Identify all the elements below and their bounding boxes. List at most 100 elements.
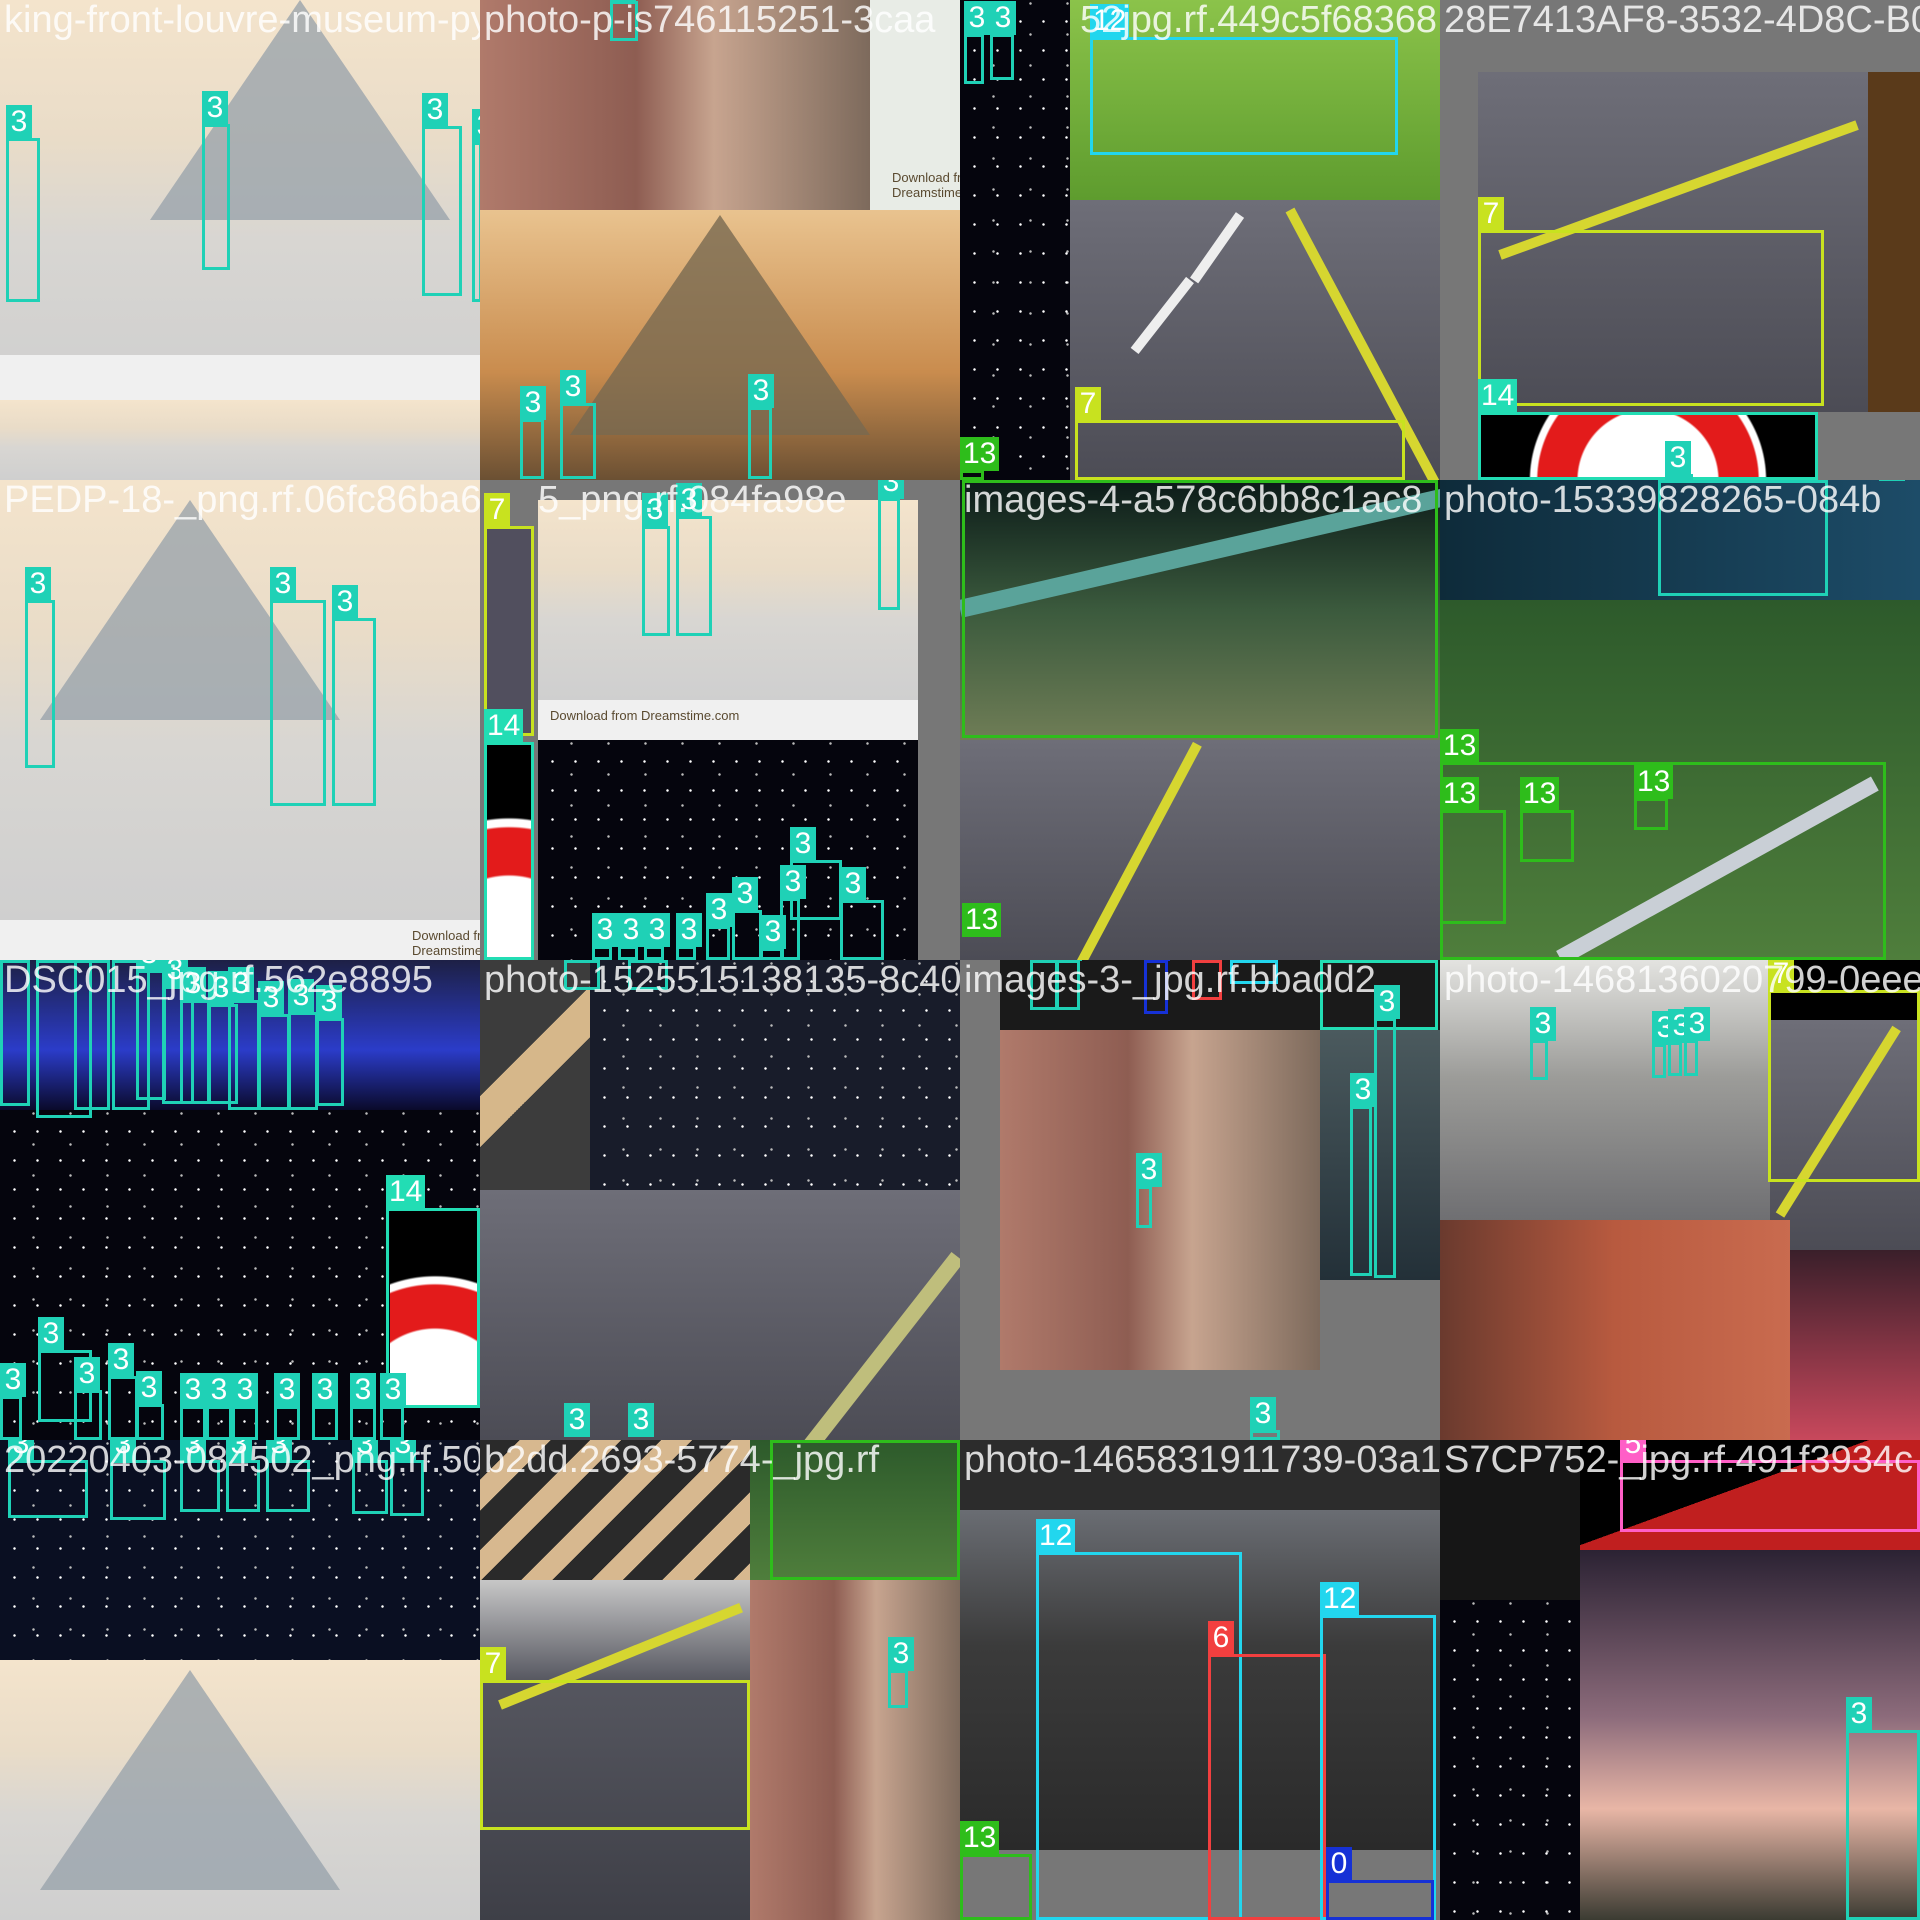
class-label: 3 bbox=[706, 893, 732, 927]
class-label: 3 bbox=[136, 1371, 162, 1405]
class-label: 3 bbox=[202, 91, 228, 125]
class-label: 12 bbox=[1036, 1519, 1076, 1553]
bbox: 3 bbox=[226, 1440, 260, 1512]
bbox: 3 bbox=[288, 979, 318, 1110]
crosswalk-image bbox=[480, 1440, 750, 1580]
bbox: 12 bbox=[1090, 4, 1398, 155]
class-label: 3 bbox=[270, 567, 296, 601]
class-label: 3 bbox=[1374, 985, 1400, 1019]
bbox: 3 bbox=[1374, 985, 1400, 1278]
road-image bbox=[480, 1190, 960, 1440]
bbox: 3 bbox=[390, 1440, 424, 1516]
bbox: 7 bbox=[484, 493, 534, 736]
pyramid-shape bbox=[570, 215, 870, 435]
bbox: 13 bbox=[962, 480, 1438, 937]
tile-8: DSC015_jpg.rf.562e8895 3 3 3 3 3 3 3 3 3… bbox=[0, 960, 480, 1440]
bbox: 3 bbox=[610, 0, 638, 41]
tile-11: photo-1468136020799-0eee 3 3 3 3 7 bbox=[1440, 960, 1920, 1440]
class-label: 3 bbox=[112, 960, 138, 961]
mosaic-grid: king-front-louvre-museum-py 3 3 3 3 Down… bbox=[0, 0, 1920, 1920]
bbox: 3 bbox=[74, 960, 110, 1110]
class-label: 3 bbox=[74, 1357, 100, 1391]
ground-image bbox=[960, 1440, 1440, 1510]
class-label: 3 bbox=[352, 1440, 378, 1461]
bbox: 7 bbox=[1478, 197, 1824, 406]
bbox: 3 bbox=[732, 877, 762, 960]
bbox: 3 bbox=[676, 483, 712, 636]
bbox: 3 bbox=[1668, 1009, 1694, 1076]
bbox: 3 bbox=[180, 1373, 206, 1440]
bbox: 3 bbox=[312, 1373, 338, 1440]
bbox: 7 bbox=[1075, 387, 1405, 480]
tile-13: b2dd.2693-5774-_jpg.rf 13 7 3 bbox=[480, 1440, 960, 1920]
bbox: 3 bbox=[560, 370, 596, 479]
class-label: 3 bbox=[1136, 1153, 1162, 1187]
bbox: 7 bbox=[1768, 960, 1920, 1182]
bbox: 3 bbox=[352, 1440, 388, 1514]
class-label: 3 bbox=[676, 913, 702, 947]
class-label: 0 bbox=[1326, 1847, 1352, 1881]
plaza-image bbox=[538, 500, 918, 700]
tile-9: photo-1525515138135-8c40 3 3 bbox=[480, 960, 960, 1440]
class-label: 13 bbox=[1440, 729, 1480, 763]
tile-5: Download from Dreamstime.com 5_png.rf.08… bbox=[480, 480, 960, 960]
class-label: 13 bbox=[770, 1440, 810, 1441]
class-label: 3 bbox=[226, 1440, 252, 1461]
crosswalk-image bbox=[480, 960, 590, 1190]
class-label: 3 bbox=[1350, 1073, 1376, 1107]
class-label: 14 bbox=[484, 709, 524, 743]
canal-buildings-image bbox=[1000, 1030, 1320, 1370]
pyramid-shape bbox=[150, 0, 450, 220]
bbox: 3 bbox=[0, 960, 30, 1106]
dark-image bbox=[1440, 1440, 1580, 1600]
class-label: 3 bbox=[258, 981, 284, 1015]
bbox: 3 bbox=[108, 1343, 138, 1440]
bbox: 6 bbox=[1192, 960, 1222, 1000]
class-label: 3 bbox=[316, 985, 342, 1019]
class-label: 12 bbox=[1320, 1582, 1360, 1616]
class-label: 3 bbox=[592, 913, 618, 947]
tile-10: images-3-_jpg.rf.bbadd2 3 3 0 6 12 14 3 … bbox=[960, 960, 1440, 1440]
bbox: 3 bbox=[1658, 480, 1905, 596]
class-label: 3 bbox=[232, 1373, 258, 1407]
class-label: 3 bbox=[380, 1373, 406, 1407]
class-label: 3 bbox=[1684, 1007, 1710, 1041]
class-label: 3 bbox=[0, 1363, 26, 1397]
class-label: 13 bbox=[1440, 777, 1480, 811]
bbox: 3 bbox=[380, 1373, 406, 1440]
bbox: 3 bbox=[628, 960, 668, 1437]
class-label: 3 bbox=[642, 493, 668, 527]
class-label: 3 bbox=[180, 967, 206, 1001]
class-label: 3 bbox=[110, 1440, 136, 1461]
class-label: 14 bbox=[386, 1175, 426, 1209]
plaza-image-bottom bbox=[0, 400, 480, 480]
bbox: 12 bbox=[1230, 960, 1278, 984]
bbox: 3 bbox=[888, 1637, 914, 1708]
bbox: 3 bbox=[316, 985, 344, 1106]
bbox: 13 bbox=[1440, 777, 1506, 924]
class-label: 3 bbox=[760, 915, 786, 949]
tile-7: photo-15339828265-084b 3 13 13 13 13 bbox=[1440, 480, 1920, 960]
class-label: 13 bbox=[962, 903, 1002, 937]
bbox: 3 bbox=[422, 93, 462, 296]
class-label: 3 bbox=[206, 1373, 232, 1407]
class-label: 3 bbox=[136, 960, 162, 971]
bbox: 3 bbox=[270, 567, 326, 806]
class-label: 7 bbox=[1075, 387, 1101, 421]
class-label: 3 bbox=[108, 1343, 134, 1377]
class-label: 3 bbox=[990, 1, 1016, 35]
bbox: 3 bbox=[350, 1373, 376, 1440]
bbox: 5 bbox=[1620, 1440, 1920, 1532]
tile-14: photo-1465831911739-03a1 12 6 12 13 0 bbox=[960, 1440, 1440, 1920]
bbox: 3 bbox=[266, 1440, 310, 1512]
class-label: 3 bbox=[266, 1440, 292, 1461]
class-label: 3 bbox=[274, 1373, 300, 1407]
bbox: 3 bbox=[1250, 1397, 1280, 1440]
class-label: 3 bbox=[8, 1440, 34, 1461]
bbox: 13 bbox=[1634, 765, 1674, 830]
tile-3: 28E7413AF8-3532-4D8C-B0C 7 14 3 bbox=[1440, 0, 1920, 480]
class-label: 3 bbox=[228, 967, 254, 1001]
bbox: 13 bbox=[770, 1440, 960, 1580]
bbox: 3 bbox=[1350, 1073, 1376, 1276]
bbox: 3 bbox=[110, 1440, 166, 1520]
